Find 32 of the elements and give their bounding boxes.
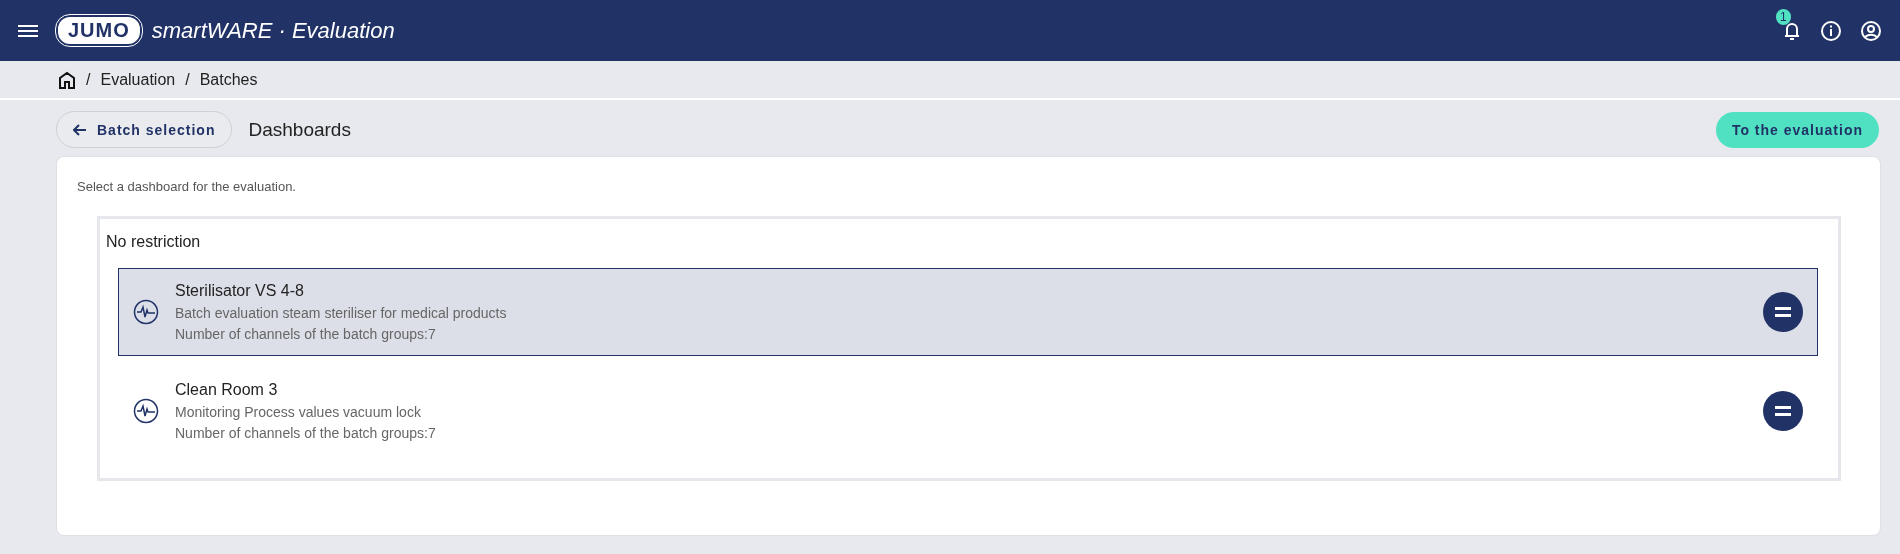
arrow-left-icon	[73, 123, 87, 136]
info-icon[interactable]	[1820, 19, 1842, 42]
options-button[interactable]	[1763, 391, 1803, 431]
menu-icon[interactable]	[18, 22, 38, 39]
page-title: Dashboards	[248, 118, 351, 141]
breadcrumb-separator: /	[86, 70, 91, 89]
bell-icon	[1782, 20, 1802, 41]
dashboard-item[interactable]: Sterilisator VS 4-8 Batch evaluation steam steriliser for medical products Number of channels of the batch groups:7	[118, 268, 1818, 356]
product-name: smartWARE · Evaluation	[151, 17, 395, 44]
equals-icon	[1775, 307, 1791, 317]
logo: JUMO	[56, 15, 142, 46]
notification-button[interactable]	[1782, 20, 1802, 41]
breadcrumb-link[interactable]: Batches	[199, 70, 258, 89]
equals-icon	[1775, 406, 1791, 416]
dashboard-description: Monitoring Process values vacuum lock	[175, 404, 422, 420]
notification-badge: 1	[1776, 8, 1791, 25]
dashboard-description: Batch evaluation steam steriliser for medical products	[175, 305, 508, 321]
dashboard-name: Sterilisator VS 4-8	[175, 282, 305, 300]
dashboard-name: Clean Room 3	[175, 381, 279, 399]
pulse-icon	[133, 398, 159, 424]
instruction-text: Select a dashboard for the evaluation.	[77, 179, 297, 194]
pulse-icon	[133, 299, 159, 325]
channel-count: Number of channels of the batch groups:7	[175, 425, 437, 441]
evaluation-button[interactable]: To the evaluation	[1715, 111, 1879, 148]
breadcrumb-separator: /	[185, 70, 190, 89]
options-button[interactable]	[1763, 292, 1803, 332]
back-button[interactable]: Batch selection	[56, 111, 233, 148]
breadcrumb-link[interactable]: Evaluation	[100, 70, 176, 89]
group-title: No restriction	[106, 233, 202, 251]
home-icon[interactable]	[58, 70, 76, 89]
user-icon[interactable]	[1860, 19, 1882, 42]
channel-count: Number of channels of the batch groups:7	[175, 326, 437, 342]
